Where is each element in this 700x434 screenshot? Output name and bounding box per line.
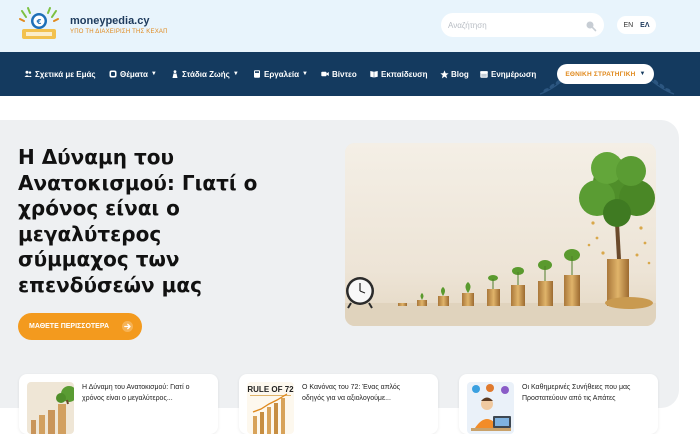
brand-tagline: ΥΠΟ ΤΗ ΔΙΑΧΕΙΡΙΣΗ ΤΗΣ ΚΕΧΑΠ	[70, 29, 168, 35]
national-strategy-label: ΕΘΝΙΚΗ ΣΤΡΑΤΗΓΙΚΗ	[565, 70, 636, 78]
card-thumbnail	[467, 382, 514, 434]
hero-title-line: σύμμαχος των	[18, 247, 180, 271]
book-icon	[370, 70, 378, 78]
card-title-line: Οι Καθημερινές Συνήθειες που μας	[522, 384, 631, 391]
layers-icon	[109, 70, 117, 78]
hero-title-line: Η Δύναμη του	[18, 145, 174, 169]
card-title: Ο Κανόνας του 72: Ένας απλός οδηγός για …	[302, 382, 432, 404]
calendar-icon	[480, 70, 488, 78]
nav-item-news[interactable]: Ενημέρωση	[480, 68, 536, 80]
users-icon	[24, 70, 32, 78]
hero-title-line: μεγαλύτερος	[18, 221, 162, 246]
card-title-line: οδηγός για να αξιολογούμε...	[302, 395, 391, 402]
nav-item-videos[interactable]: Βίντεο	[321, 68, 357, 80]
chevron-down-icon: ▼	[639, 71, 646, 77]
learn-more-label: ΜΑΘΕΤΕ ΠΕΡΙΣΣΟΤΕΡΑ	[29, 323, 110, 330]
nav-label: Θέματα	[120, 69, 148, 79]
nav-label: Blog	[451, 69, 469, 79]
language-switcher: EN ΕΛ	[617, 16, 656, 34]
rule-of-72-text: RULE OF 72	[247, 385, 294, 394]
hero-title-line: χρόνος είναι ο	[18, 196, 180, 220]
nav-label: Στάδια Ζωής	[182, 69, 230, 79]
chevron-down-icon: ▼	[302, 71, 308, 77]
moneypedia-logo[interactable]: €	[18, 7, 60, 43]
nav-item-tools[interactable]: Εργαλεία ▼	[253, 68, 308, 80]
nav-item-blog[interactable]: Blog	[440, 68, 469, 80]
card-title-line: Η Δύναμη του Ανατοκισμού: Γιατί ο	[82, 384, 190, 391]
nav-item-topics[interactable]: Θέματα ▼	[109, 68, 157, 80]
card-thumbnail: RULE OF 72	[247, 382, 294, 434]
lang-en[interactable]: EN	[623, 22, 633, 29]
nav-label: Εργαλεία	[264, 69, 300, 79]
card-thumbnail	[27, 382, 74, 434]
nav-label: Ενημέρωση	[491, 69, 537, 79]
nav-label: Εκπαίδευση	[381, 69, 428, 79]
search-box	[441, 13, 604, 37]
article-card[interactable]: RULE OF 72 Ο Κανόνας του 72: Ένας απλός …	[239, 374, 438, 434]
card-title: Η Δύναμη του Ανατοκισμού: Γιατί ο χρόνος…	[82, 382, 212, 404]
article-card[interactable]: Οι Καθημερινές Συνήθειες που μας Προστατ…	[459, 374, 658, 434]
top-bar: € moneypedia.cy ΥΠΟ ΤΗ ΔΙΑΧΕΙΡΙΣΗ ΤΗΣ ΚΕ…	[0, 0, 700, 52]
svg-text:€: €	[36, 18, 42, 26]
chevron-down-icon: ▼	[232, 71, 239, 77]
nav-label: Βίντεο	[332, 69, 357, 79]
arrow-right-icon	[122, 321, 133, 332]
search-icon[interactable]	[585, 19, 597, 32]
video-icon	[321, 70, 329, 78]
brand-name[interactable]: moneypedia.cy	[70, 15, 149, 27]
lang-el[interactable]: ΕΛ	[640, 22, 649, 29]
learn-more-button[interactable]: ΜΑΘΕΤΕ ΠΕΡΙΣΣΟΤΕΡΑ	[18, 313, 142, 340]
nav-item-education[interactable]: Εκπαίδευση	[370, 68, 428, 80]
card-title: Οι Καθημερινές Συνήθειες που μας Προστατ…	[522, 382, 652, 404]
national-strategy-button[interactable]: ΕΘΝΙΚΗ ΣΤΡΑΤΗΓΙΚΗ ▼	[557, 64, 654, 84]
main-nav: Σχετικά με Εμάς Θέματα ▼ Στάδια Ζωής ▼ Ε…	[0, 52, 700, 96]
alarm-clock-icon	[346, 277, 374, 309]
nav-item-life-stages[interactable]: Στάδια Ζωής ▼	[171, 68, 239, 80]
card-title-line: χρόνος είναι ο μεγαλύτερος...	[82, 395, 173, 402]
chevron-down-icon: ▼	[150, 71, 157, 77]
article-card[interactable]: Η Δύναμη του Ανατοκισμού: Γιατί ο χρόνος…	[19, 374, 218, 434]
search-input[interactable]	[441, 13, 581, 37]
star-icon	[440, 70, 449, 79]
hero-image[interactable]	[345, 143, 656, 326]
hero-title-line: επενδύσεών μας	[18, 272, 202, 297]
hero-title[interactable]: Η Δύναμη του Ανατοκισμού: Γιατί ο χρόνος…	[18, 145, 318, 298]
nav-item-about[interactable]: Σχετικά με Εμάς	[24, 68, 96, 80]
card-title-line: Ο Κανόνας του 72: Ένας απλός	[302, 384, 401, 391]
card-title-line: Προστατεύουν από τις Απάτες	[522, 395, 616, 402]
person-icon	[171, 70, 179, 78]
nav-label: Σχετικά με Εμάς	[35, 69, 96, 79]
hero-title-line: Ανατοκισμού: Γιατί ο	[18, 170, 258, 195]
calculator-icon	[253, 70, 261, 78]
